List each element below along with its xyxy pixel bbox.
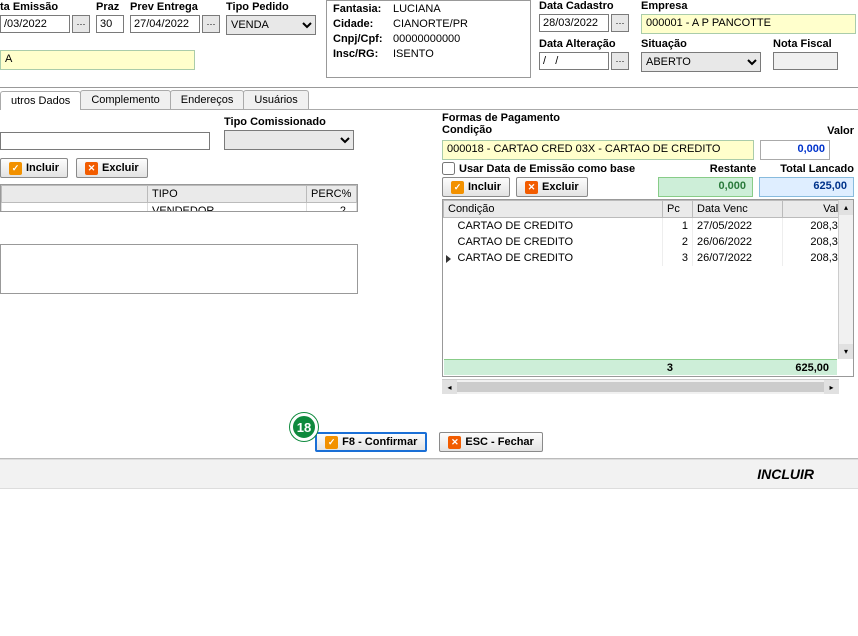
- scroll-thumb[interactable]: [457, 382, 824, 392]
- left-grid[interactable]: TIPO PERC% VENDEDOR 2: [0, 184, 358, 212]
- praz-input[interactable]: [96, 15, 124, 33]
- tab-enderecos[interactable]: Endereços: [170, 90, 245, 109]
- nf-label: Nota Fiscal: [773, 38, 838, 50]
- tipopedido-select[interactable]: VENDA: [226, 15, 316, 35]
- restante-label: Restante: [710, 163, 756, 175]
- cadastro-picker[interactable]: ⋯: [611, 14, 629, 32]
- praz-label: Praz: [96, 1, 124, 13]
- h-scrollbar[interactable]: ◂ ▸: [442, 379, 839, 394]
- left-text-input[interactable]: [0, 132, 210, 150]
- sit-label: Situação: [641, 38, 761, 50]
- cond-label: Condição: [442, 124, 492, 136]
- tipo-com-label: Tipo Comissionado: [224, 116, 354, 128]
- formas-title: Formas de Pagamento: [442, 112, 854, 124]
- left-incluir-button[interactable]: Incluir: [0, 158, 68, 178]
- chevron-down-icon[interactable]: ▾: [839, 344, 853, 359]
- emissao-label: ta Emissão: [0, 1, 90, 13]
- empresa-label: Empresa: [641, 0, 856, 12]
- right-incluir-button[interactable]: Incluir: [442, 177, 510, 197]
- fantasia-panel: Fantasia:LUCIANA Cidade:CIANORTE/PR Cnpj…: [326, 0, 531, 78]
- x-icon: [448, 436, 461, 449]
- tab-complemento[interactable]: Complemento: [80, 90, 170, 109]
- usar-label: Usar Data de Emissão como base: [459, 163, 635, 175]
- x-icon: [85, 162, 98, 175]
- close-button[interactable]: ESC - Fechar: [439, 432, 542, 452]
- prev-label: Prev Entrega: [130, 1, 220, 13]
- valor-field[interactable]: 0,000: [760, 140, 830, 160]
- lancado-value: 625,00: [759, 177, 854, 197]
- chevron-right-icon[interactable]: ▸: [824, 380, 839, 394]
- table-row[interactable]: VENDEDOR 2: [2, 203, 357, 213]
- check-icon: [451, 181, 464, 194]
- v-scrollbar[interactable]: ▴ ▾: [838, 200, 853, 359]
- alter-label: Data Alteração: [539, 38, 629, 50]
- valor-label: Valor: [827, 125, 854, 137]
- nf-input[interactable]: [773, 52, 838, 70]
- tipopedido-label: Tipo Pedido: [226, 1, 316, 13]
- chevron-up-icon[interactable]: ▴: [839, 200, 853, 215]
- restante-value: 0,000: [658, 177, 753, 197]
- table-row[interactable]: CARTAO DE CREDITO226/06/2022208,33: [444, 234, 853, 250]
- cond-field[interactable]: 000018 - CARTAO CRED 03X - CARTAO DE CRE…: [442, 140, 754, 160]
- status-text: INCLUIR: [0, 459, 858, 489]
- table-row[interactable]: CARTAO DE CREDITO326/07/2022208,33: [444, 250, 853, 266]
- sit-select[interactable]: ABERTO: [641, 52, 761, 72]
- confirm-button[interactable]: F8 - Confirmar: [315, 432, 427, 452]
- prev-picker[interactable]: ⋯: [202, 15, 220, 33]
- left-yellow-field[interactable]: A: [0, 50, 195, 70]
- alter-input[interactable]: [539, 52, 609, 70]
- usar-checkbox[interactable]: [442, 162, 455, 175]
- left-lower-panel: [0, 244, 358, 294]
- table-row[interactable]: CARTAO DE CREDITO127/05/2022208,33: [444, 218, 853, 235]
- tab-outros-dados[interactable]: utros Dados: [0, 91, 81, 110]
- empresa-field[interactable]: 000001 - A P PANCOTTE: [641, 14, 856, 34]
- cadastro-input[interactable]: [539, 14, 609, 32]
- tabs: utros Dados Complemento Endereços Usuári…: [0, 88, 858, 110]
- row-cursor-icon: [446, 255, 451, 263]
- check-icon: [325, 436, 338, 449]
- emissao-input[interactable]: [0, 15, 70, 33]
- tab-usuarios[interactable]: Usuários: [243, 90, 308, 109]
- payment-grid[interactable]: Condição Pc Data Venc Valor CARTAO DE CR…: [442, 199, 854, 377]
- tipo-com-select[interactable]: [224, 130, 354, 150]
- chevron-left-icon[interactable]: ◂: [442, 380, 457, 394]
- cadastro-label: Data Cadastro: [539, 0, 629, 12]
- check-icon: [9, 162, 22, 175]
- grid-summary: 3 625,00: [444, 359, 837, 375]
- right-excluir-button[interactable]: Excluir: [516, 177, 588, 197]
- lancado-label: Total Lancado: [780, 163, 854, 175]
- left-excluir-button[interactable]: Excluir: [76, 158, 148, 178]
- x-icon: [525, 181, 538, 194]
- alter-picker[interactable]: ⋯: [611, 52, 629, 70]
- emissao-picker[interactable]: ⋯: [72, 15, 90, 33]
- prev-input[interactable]: [130, 15, 200, 33]
- step-badge: 18: [290, 413, 318, 441]
